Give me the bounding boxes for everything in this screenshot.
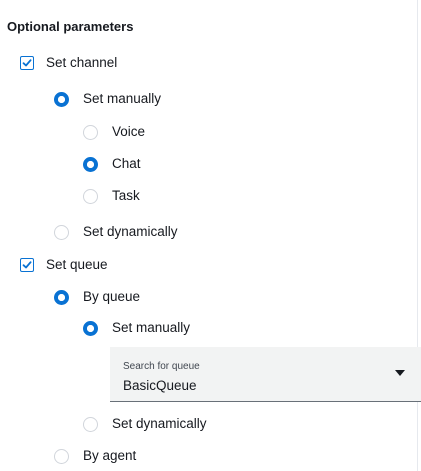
set-queue-checkbox[interactable]: Set queue	[20, 255, 108, 275]
channel-option-label: Chat	[112, 156, 141, 171]
by-agent-radio[interactable]: By agent	[54, 446, 136, 466]
queue-set-dynamically-radio[interactable]: Set dynamically	[83, 414, 207, 434]
channel-set-manually-label: Set manually	[83, 91, 162, 106]
radio-selected-icon	[54, 91, 69, 107]
channel-set-dynamically-label: Set dynamically	[83, 224, 178, 239]
channel-set-dynamically-radio[interactable]: Set dynamically	[54, 222, 178, 242]
channel-option-label: Task	[112, 188, 140, 203]
radio-unselected-icon	[83, 188, 98, 204]
radio-unselected-icon	[54, 224, 69, 240]
radio-selected-icon	[54, 289, 69, 305]
checkbox-checked-icon	[20, 258, 34, 272]
set-channel-checkbox[interactable]: Set channel	[20, 53, 117, 73]
queue-search-label: Search for queue	[123, 361, 200, 372]
checkbox-checked-icon	[20, 56, 34, 70]
radio-unselected-icon	[54, 448, 69, 464]
radio-selected-icon	[83, 320, 98, 336]
caret-down-icon	[395, 370, 405, 376]
radio-unselected-icon	[83, 416, 98, 432]
queue-set-dynamically-label: Set dynamically	[112, 416, 207, 431]
queue-search-select[interactable]: Search for queue BasicQueue	[110, 347, 421, 402]
queue-set-manually-label: Set manually	[112, 320, 191, 335]
channel-option-chat[interactable]: Chat	[83, 154, 141, 174]
set-queue-label: Set queue	[46, 257, 108, 272]
set-channel-label: Set channel	[46, 55, 118, 70]
channel-set-manually-radio[interactable]: Set manually	[54, 89, 161, 109]
channel-option-voice[interactable]: Voice	[83, 122, 145, 142]
by-queue-radio[interactable]: By queue	[54, 287, 140, 307]
queue-set-manually-radio[interactable]: Set manually	[83, 318, 190, 338]
queue-search-value: BasicQueue	[123, 378, 197, 393]
radio-unselected-icon	[83, 124, 98, 140]
by-agent-label: By agent	[83, 448, 137, 463]
section-title: Optional parameters	[7, 19, 134, 34]
radio-selected-icon	[83, 156, 98, 172]
channel-option-label: Voice	[112, 124, 146, 139]
by-queue-label: By queue	[83, 289, 141, 304]
optional-parameters-panel: Optional parameters Set channel Set manu…	[0, 0, 421, 471]
channel-option-task[interactable]: Task	[83, 186, 140, 206]
